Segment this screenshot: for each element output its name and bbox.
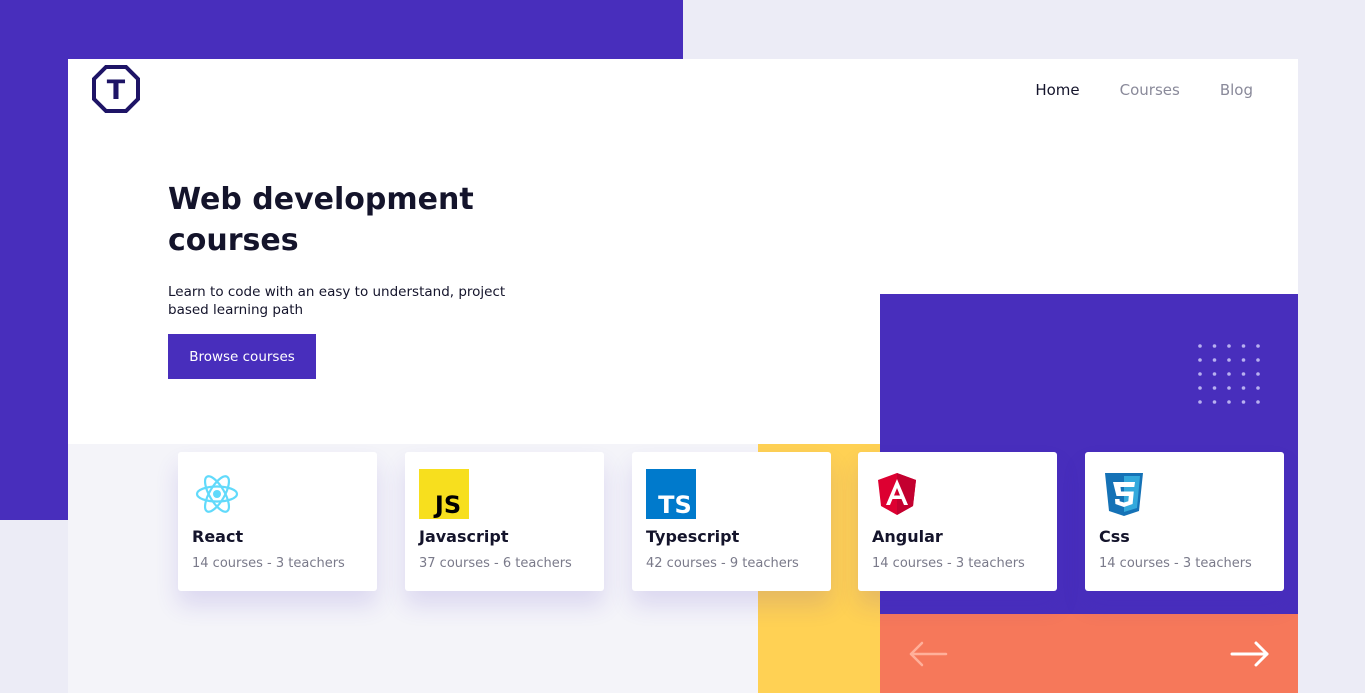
course-card-css[interactable]: Css 14 courses - 3 teachers (1085, 452, 1284, 591)
card-meta: 37 courses - 6 teachers (419, 556, 572, 571)
nav-courses-link[interactable]: Courses (1120, 81, 1180, 99)
decorative-dot (1256, 358, 1260, 362)
decorative-dot (1198, 372, 1202, 376)
decorative-dot (1241, 372, 1246, 376)
decorative-dot (1198, 386, 1202, 390)
javascript-icon: JS (419, 469, 469, 519)
nav-home-link[interactable]: Home (1035, 81, 1079, 99)
arrow-right-icon[interactable] (1230, 637, 1270, 671)
card-title: Angular (872, 527, 943, 546)
card-meta: 14 courses - 3 teachers (192, 556, 345, 571)
course-card-javascript[interactable]: JS Javascript 37 courses - 6 teachers (405, 452, 604, 591)
decorative-dot (1198, 344, 1202, 348)
decorative-dot (1227, 344, 1231, 348)
browse-courses-button[interactable]: Browse courses (168, 334, 316, 379)
card-title: Javascript (419, 527, 509, 546)
decorative-dot (1256, 372, 1260, 376)
decorative-dot (1241, 386, 1246, 390)
hero-section: Web development courses Learn to code wi… (168, 179, 548, 319)
arrow-left-icon[interactable] (908, 637, 948, 671)
card-title: React (192, 527, 244, 546)
decorative-purple-left (0, 59, 68, 520)
decorative-dot (1256, 344, 1260, 348)
decorative-dot (1212, 372, 1217, 376)
decorative-dot (1212, 358, 1217, 362)
course-card-typescript[interactable]: TS Typescript 42 courses - 9 teachers (632, 452, 831, 591)
card-meta: 14 courses - 3 teachers (872, 556, 1025, 571)
svg-text:T: T (107, 75, 126, 106)
svg-text:TS: TS (658, 491, 692, 519)
nav-blog-link[interactable]: Blog (1220, 81, 1253, 99)
typescript-icon: TS (646, 469, 696, 519)
decorative-dot (1241, 400, 1246, 404)
angular-icon (878, 473, 916, 515)
decorative-dot (1227, 400, 1231, 404)
decorative-dot (1198, 400, 1202, 404)
logo-icon[interactable]: T (92, 65, 140, 113)
decorative-dot (1212, 400, 1217, 404)
decorative-dot (1256, 386, 1260, 390)
decorative-dot-grid (1198, 344, 1260, 404)
hero-subtitle: Learn to code with an easy to understand… (168, 284, 506, 318)
svg-text:JS: JS (433, 491, 461, 519)
react-icon (195, 475, 239, 513)
decorative-dot (1256, 400, 1260, 404)
decorative-dot (1227, 358, 1231, 362)
decorative-dot (1198, 358, 1202, 362)
card-meta: 42 courses - 9 teachers (646, 556, 799, 571)
decorative-dot (1212, 386, 1217, 390)
decorative-purple-top (0, 0, 683, 59)
main-panel: T Home Courses Blog Web development cour… (68, 59, 1298, 693)
course-card-react[interactable]: React 14 courses - 3 teachers (178, 452, 377, 591)
decorative-dot (1241, 358, 1246, 362)
decorative-dot (1227, 386, 1231, 390)
card-meta: 14 courses - 3 teachers (1099, 556, 1252, 571)
decorative-dot (1212, 344, 1217, 348)
card-title: Typescript (646, 527, 740, 546)
decorative-dot (1227, 372, 1231, 376)
decorative-dot (1241, 344, 1246, 348)
hero-title: Web development courses (168, 182, 474, 258)
css3-icon (1105, 473, 1143, 516)
main-nav: Home Courses Blog (1035, 81, 1253, 99)
card-title: Css (1099, 527, 1130, 546)
course-card-angular[interactable]: Angular 14 courses - 3 teachers (858, 452, 1057, 591)
